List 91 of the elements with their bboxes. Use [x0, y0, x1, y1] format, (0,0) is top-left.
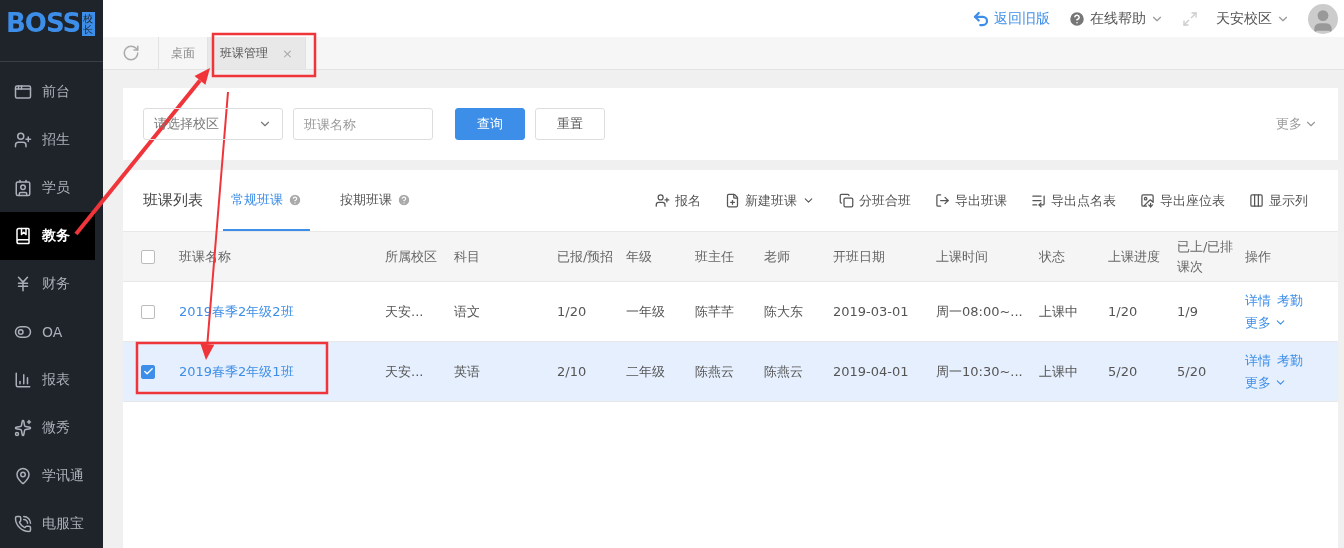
avatar[interactable] — [1308, 3, 1338, 34]
toolbar-button[interactable]: 导出座位表 — [1140, 191, 1225, 210]
sidebar-item[interactable]: 财务 — [0, 260, 95, 308]
toolbar-button[interactable]: 分班合班 — [839, 191, 911, 210]
column-header: 状态 — [1039, 247, 1066, 266]
table-cell-text: 1/20 — [557, 304, 588, 319]
help-icon — [397, 192, 411, 207]
table-cell-text: 2019-03-01 — [833, 304, 910, 319]
table-cell-text: 上课中 — [1039, 362, 1079, 381]
column-header: 上课时间 — [936, 247, 989, 266]
column-header: 老师 — [764, 247, 791, 266]
window-icon — [14, 83, 32, 101]
reset-button[interactable]: 重置 — [535, 108, 605, 140]
help-icon — [1068, 9, 1086, 28]
column-header: 年级 — [626, 247, 653, 266]
toolbar-button[interactable]: 显示列 — [1249, 191, 1308, 210]
list-tab[interactable]: 按期班课 — [332, 170, 419, 231]
toggle-icon — [14, 323, 32, 341]
sidebar-item[interactable]: 学讯通 — [0, 452, 95, 500]
campus-menu[interactable]: 天安校区 — [1216, 9, 1290, 28]
bar-chart-icon — [14, 371, 32, 389]
help-icon — [288, 192, 302, 207]
table-cell-text: 一年级 — [626, 302, 666, 321]
table-cell-text: 2/10 — [557, 364, 588, 379]
file-add-icon — [725, 193, 740, 208]
image-icon — [1140, 193, 1155, 208]
list-icon — [1031, 193, 1046, 208]
toolbar-button[interactable]: 导出班课 — [935, 191, 1007, 210]
sidebar-item[interactable]: 电服宝 — [0, 500, 95, 548]
select-all-checkbox[interactable] — [141, 249, 155, 264]
table-cell-text: 英语 — [454, 362, 481, 381]
row-action-link[interactable]: 详情 — [1245, 291, 1271, 310]
contact-card-icon — [14, 179, 32, 197]
refresh-icon[interactable] — [121, 44, 140, 62]
sidebar-item[interactable]: 微秀 — [0, 404, 95, 452]
sparkle-icon — [14, 419, 32, 437]
export-icon — [935, 193, 950, 208]
undo-icon — [972, 9, 990, 28]
page-tab[interactable]: 班课管理 × — [208, 37, 306, 69]
table-cell-text: 1/20 — [1108, 304, 1139, 319]
table-cell-text: 二年级 — [626, 362, 666, 381]
book-icon — [14, 227, 32, 245]
row-checkbox[interactable] — [141, 304, 155, 319]
column-header: 上课进度 — [1108, 247, 1161, 266]
row-checkbox[interactable] — [141, 364, 155, 379]
sidebar-item[interactable]: 学员 — [0, 164, 95, 212]
table-cell-text: 天安... — [385, 302, 425, 321]
sidebar-item[interactable]: 教务 — [0, 212, 95, 260]
copy-icon — [839, 193, 854, 208]
column-header: 所属校区 — [385, 247, 438, 266]
list-title: 班课列表 — [143, 191, 203, 210]
sidebar-item[interactable]: 报表 — [0, 356, 95, 404]
table-cell-text: 上课中 — [1039, 302, 1079, 321]
table-cell-text: 陈燕云 — [695, 362, 735, 381]
table-row[interactable]: 2019春季2年级1班 天安... 英语 2/10 二年级 陈燕云 陈燕云 2019-04-01 周一10:30~... 上课中 5/20 5/20 详情 考勤 更多 — [123, 342, 1338, 402]
table-cell-text: 5/20 — [1177, 364, 1208, 379]
table-cell-text: 语文 — [454, 302, 481, 321]
table-cell-text: 陈燕云 — [764, 362, 804, 381]
table-cell-text: 周一10:30~... — [936, 362, 1024, 381]
logo-badge: 校长 — [82, 12, 96, 36]
back-link[interactable]: 返回旧版 — [972, 9, 1050, 28]
table-cell-text: 陈大东 — [764, 302, 804, 321]
table-cell-text: 5/20 — [1108, 364, 1139, 379]
table-cell-text: 周一08:00~... — [936, 302, 1024, 321]
sidebar-item[interactable]: 招生 — [0, 116, 95, 164]
fullscreen-icon[interactable] — [1182, 10, 1198, 27]
column-header: 已报/预招 — [557, 247, 615, 266]
column-header: 开班日期 — [833, 247, 886, 266]
more-link[interactable]: 更多 — [1245, 313, 1338, 332]
toolbar-button[interactable]: 报名 — [655, 191, 701, 210]
columns-icon — [1249, 193, 1264, 208]
column-header: 操作 — [1245, 247, 1272, 266]
toolbar-button[interactable]: 新建班课 — [725, 191, 815, 210]
column-header: 班主任 — [695, 247, 735, 266]
name-input[interactable]: 班课名称 — [293, 108, 433, 140]
table-cell-text: 陈芊芊 — [695, 302, 735, 321]
table-cell-text: 2019-04-01 — [833, 364, 910, 379]
sidebar-item[interactable]: 前台 — [0, 68, 95, 116]
user-add-icon — [14, 131, 32, 149]
table-cell-text: 天安... — [385, 362, 425, 381]
sidebar-item[interactable]: OA — [0, 308, 95, 356]
help-menu[interactable]: 在线帮助 — [1068, 9, 1164, 28]
toolbar-button[interactable]: 导出点名表 — [1031, 191, 1116, 210]
logo-text: BOSS — [6, 7, 81, 40]
user-add-icon — [655, 193, 670, 208]
row-action-link[interactable]: 考勤 — [1277, 291, 1303, 310]
column-header: 科目 — [454, 247, 481, 266]
phone-icon — [14, 515, 32, 533]
table-cell-text: 1/9 — [1177, 304, 1199, 319]
pin-icon — [14, 467, 32, 485]
column-header: 已上/已排课次 — [1177, 237, 1235, 276]
